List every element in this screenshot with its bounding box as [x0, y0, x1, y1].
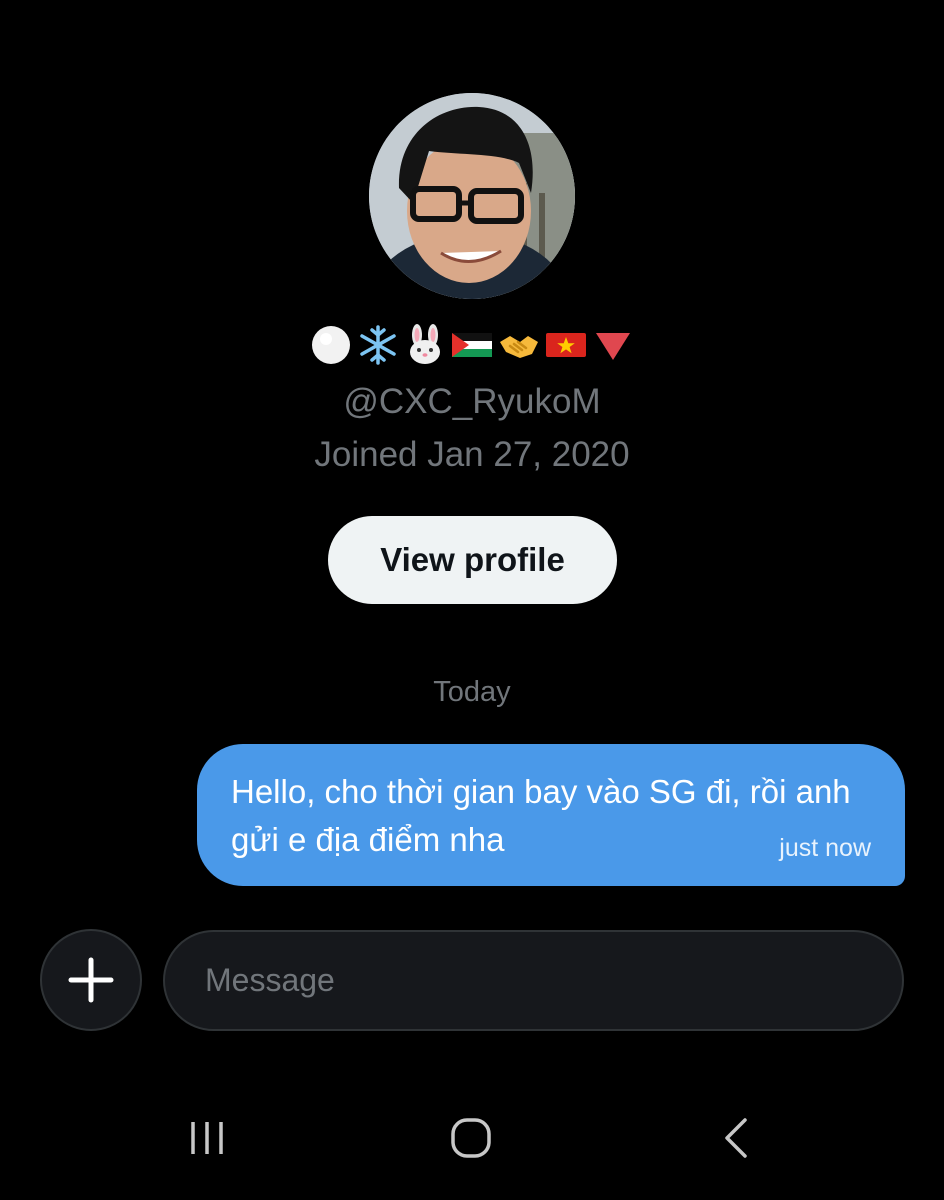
handshake-icon: [498, 324, 541, 367]
rabbit-face-icon: [404, 324, 447, 367]
white-circle-icon: [310, 324, 353, 367]
red-triangle-down-icon: [592, 324, 635, 367]
message-input[interactable]: [163, 930, 904, 1031]
message-timestamp: just now: [779, 834, 871, 862]
home-icon: [451, 1118, 491, 1158]
palestine-flag-icon: [451, 324, 494, 367]
plus-icon: [68, 957, 114, 1003]
add-attachment-button[interactable]: [40, 929, 142, 1031]
view-profile-button[interactable]: View profile: [328, 516, 617, 604]
message-bubble[interactable]: Hello, cho thời gian bay vào SG đi, rồi …: [197, 744, 905, 886]
home-button[interactable]: [436, 1108, 506, 1168]
message-text: Hello, cho thời gian bay vào SG đi, rồi …: [231, 773, 851, 858]
day-separator: Today: [433, 676, 511, 708]
profile-handle: @CXC_RyukoM: [343, 382, 601, 421]
recent-apps-button[interactable]: [172, 1108, 242, 1168]
avatar[interactable]: [369, 93, 575, 299]
avatar-photo: [369, 93, 575, 299]
back-icon: [725, 1118, 747, 1158]
back-button[interactable]: [700, 1108, 770, 1168]
snowflake-icon: [357, 324, 400, 367]
emoji-badges: [0, 320, 944, 370]
vietnam-flag-icon: [545, 324, 588, 367]
recent-apps-icon: [191, 1122, 223, 1154]
joined-date: Joined Jan 27, 2020: [314, 435, 630, 474]
